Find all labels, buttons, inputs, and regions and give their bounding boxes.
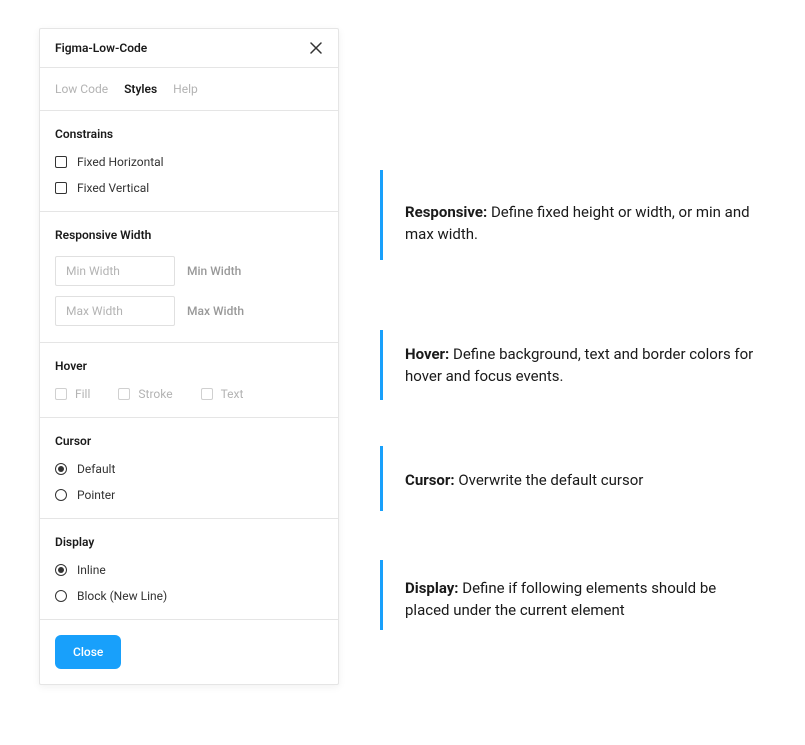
annotation-label: Responsive: <box>405 203 487 221</box>
max-width-label: Max Width <box>187 304 244 318</box>
display-inline-label: Inline <box>77 563 106 577</box>
cursor-default-label: Default <box>77 462 115 476</box>
radio-icon <box>55 463 67 475</box>
display-block-label: Block (New Line) <box>77 589 167 603</box>
radio-icon <box>55 489 67 501</box>
close-icon[interactable] <box>309 41 323 55</box>
fixed-horizontal-label: Fixed Horizontal <box>77 155 164 169</box>
checkbox-icon <box>55 388 67 400</box>
annotation-text: Display: Define if following elements sh… <box>405 578 760 622</box>
display-title: Display <box>55 535 323 549</box>
display-block-row[interactable]: Block (New Line) <box>55 589 323 603</box>
section-hover: Hover Fill Stroke Text <box>40 343 338 418</box>
annotation-text: Hover: Define background, text and borde… <box>405 344 760 388</box>
annotation-label: Cursor: <box>405 471 455 489</box>
min-width-label: Min Width <box>187 264 241 278</box>
cursor-pointer-row[interactable]: Pointer <box>55 488 323 502</box>
min-width-input[interactable] <box>55 256 175 286</box>
panel-footer: Close <box>40 620 338 684</box>
hover-fill-row[interactable]: Fill <box>55 387 90 401</box>
close-button[interactable]: Close <box>55 635 121 669</box>
fixed-horizontal-row[interactable]: Fixed Horizontal <box>55 155 323 169</box>
cursor-pointer-label: Pointer <box>77 488 115 502</box>
checkbox-icon <box>201 388 213 400</box>
panel-header: Figma-Low-Code <box>40 29 338 68</box>
annotation-text: Cursor: Overwrite the default cursor <box>405 470 760 492</box>
cursor-default-row[interactable]: Default <box>55 462 323 476</box>
responsive-width-title: Responsive Width <box>55 228 323 242</box>
checkbox-icon <box>118 388 130 400</box>
radio-icon <box>55 564 67 576</box>
hover-fill-label: Fill <box>75 387 90 401</box>
tabs: Low Code Styles Help <box>40 68 338 111</box>
hover-stroke-label: Stroke <box>138 387 172 401</box>
hover-options: Fill Stroke Text <box>55 387 323 401</box>
hover-stroke-row[interactable]: Stroke <box>118 387 172 401</box>
constrains-title: Constrains <box>55 127 323 141</box>
checkbox-icon <box>55 156 67 168</box>
tab-styles[interactable]: Styles <box>124 82 157 96</box>
hover-text-row[interactable]: Text <box>201 387 244 401</box>
radio-icon <box>55 590 67 602</box>
annotation-display: Display: Define if following elements sh… <box>380 560 760 630</box>
max-width-row: Max Width <box>55 296 323 326</box>
tab-help[interactable]: Help <box>173 82 198 96</box>
fixed-vertical-row[interactable]: Fixed Vertical <box>55 181 323 195</box>
annotation-label: Display: <box>405 579 459 597</box>
annotation-cursor: Cursor: Overwrite the default cursor <box>380 446 760 511</box>
styles-panel: Figma-Low-Code Low Code Styles Help Cons… <box>39 28 339 685</box>
annotation-hover: Hover: Define background, text and borde… <box>380 330 760 400</box>
checkbox-icon <box>55 182 67 194</box>
section-constrains: Constrains Fixed Horizontal Fixed Vertic… <box>40 111 338 212</box>
annotation-label: Hover: <box>405 345 449 363</box>
cursor-title: Cursor <box>55 434 323 448</box>
annotation-body: Overwrite the default cursor <box>455 471 644 489</box>
panel-title: Figma-Low-Code <box>55 41 147 55</box>
section-display: Display Inline Block (New Line) <box>40 519 338 620</box>
display-inline-row[interactable]: Inline <box>55 563 323 577</box>
fixed-vertical-label: Fixed Vertical <box>77 181 149 195</box>
annotation-responsive: Responsive: Define fixed height or width… <box>380 170 760 260</box>
section-cursor: Cursor Default Pointer <box>40 418 338 519</box>
annotation-text: Responsive: Define fixed height or width… <box>405 202 760 246</box>
max-width-input[interactable] <box>55 296 175 326</box>
tab-low-code[interactable]: Low Code <box>55 82 108 96</box>
hover-text-label: Text <box>221 387 244 401</box>
min-width-row: Min Width <box>55 256 323 286</box>
annotation-body: Define background, text and border color… <box>405 345 753 385</box>
section-responsive-width: Responsive Width Min Width Max Width <box>40 212 338 343</box>
hover-title: Hover <box>55 359 323 373</box>
